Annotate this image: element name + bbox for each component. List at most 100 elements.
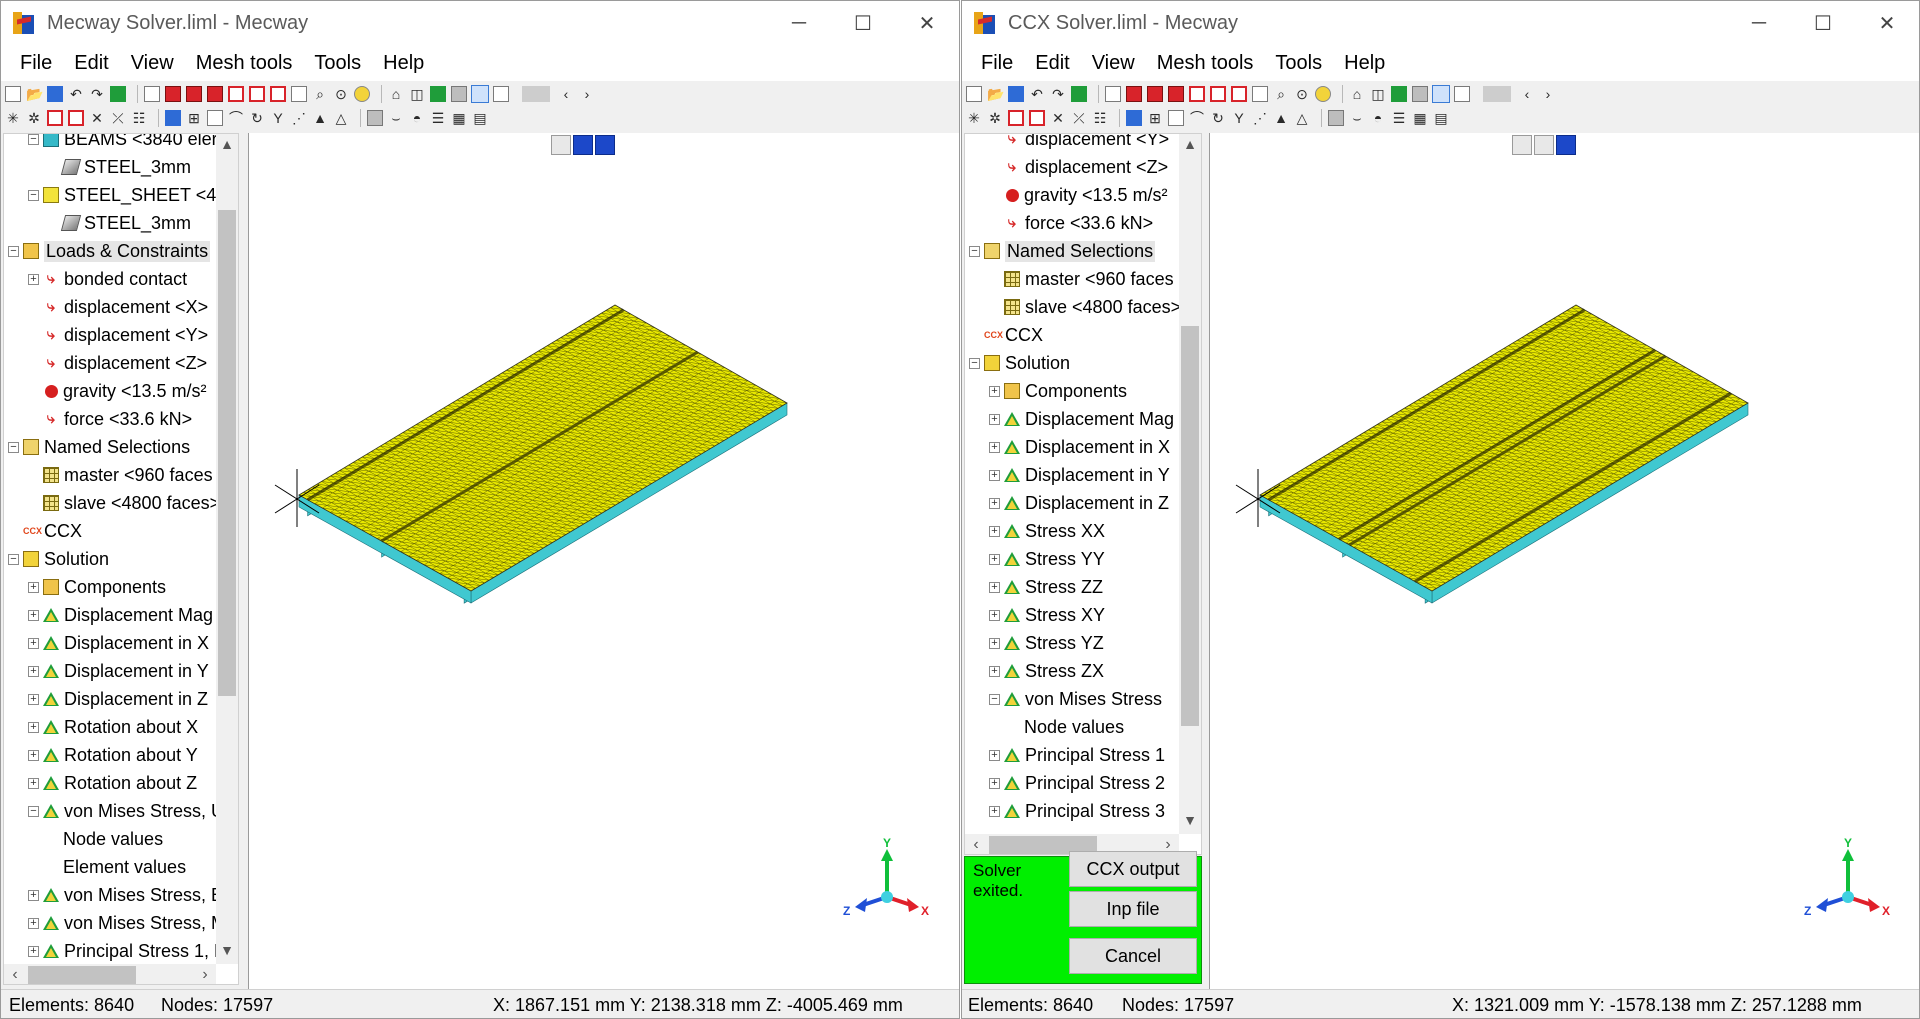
toolbar-button-icon[interactable] xyxy=(207,86,223,102)
toolbar-button-icon[interactable] xyxy=(249,86,265,102)
tree-item[interactable]: + Principal Stress 3 xyxy=(989,797,1165,825)
collapse-icon[interactable]: − xyxy=(8,441,19,453)
tree-item[interactable]: CCX CCX xyxy=(8,517,82,545)
toolbar-button-icon[interactable] xyxy=(1412,86,1428,102)
tree-item[interactable]: − BEAMS <3840 eler xyxy=(28,134,218,153)
expand-icon[interactable]: + xyxy=(989,777,1000,789)
scroll-thumb[interactable] xyxy=(28,966,136,984)
toolbar-button-icon[interactable] xyxy=(1328,110,1344,126)
toolbar-button-icon[interactable]: ↶ xyxy=(68,86,84,102)
tree-item[interactable]: + Components xyxy=(28,573,166,601)
model-tree[interactable]: − BEAMS <3840 eler STEEL_3mm − STEEL_SHEET <… xyxy=(3,133,239,985)
cancel-button[interactable]: Cancel xyxy=(1069,938,1197,974)
toolbar-button-icon[interactable]: ☷ xyxy=(131,110,147,126)
tree-item[interactable]: ⤷ force <33.6 kN> xyxy=(28,405,192,433)
tree-item[interactable]: + Displacement in X xyxy=(28,629,209,657)
scroll-left-icon[interactable]: ‹ xyxy=(965,834,987,854)
toolbar-button-icon[interactable] xyxy=(471,85,489,103)
toolbar-button-icon[interactable]: ⌂ xyxy=(388,86,404,102)
toolbar-button-icon[interactable] xyxy=(1008,110,1024,126)
expand-icon[interactable]: + xyxy=(989,469,1000,481)
maximize-icon[interactable]: ☐ xyxy=(1791,1,1855,45)
toolbar-button-icon[interactable] xyxy=(228,86,244,102)
expand-icon[interactable]: + xyxy=(28,581,39,593)
toolbar-button-icon[interactable]: ▲ xyxy=(312,110,328,126)
toolbar-button-icon[interactable] xyxy=(367,110,383,126)
tree-item[interactable]: + Stress YY xyxy=(989,545,1105,573)
wireframe-view-button[interactable] xyxy=(551,135,571,155)
expand-icon[interactable]: + xyxy=(28,945,39,957)
toolbar-button-icon[interactable] xyxy=(1168,110,1184,126)
tree-item[interactable]: − Solution xyxy=(969,349,1070,377)
toolbar-button-icon[interactable]: ⊙ xyxy=(1294,86,1310,102)
toolbar-button-icon[interactable] xyxy=(493,86,509,102)
expand-icon[interactable]: + xyxy=(989,525,1000,537)
toolbar-button-icon[interactable] xyxy=(1189,86,1205,102)
toolbar-button-icon[interactable]: 📂 xyxy=(26,86,43,102)
solid-view-button[interactable] xyxy=(1556,135,1576,155)
toolbar-button-icon[interactable]: ↻ xyxy=(1210,110,1226,126)
toolbar-button-icon[interactable]: ⌒ xyxy=(1189,110,1205,126)
scroll-thumb[interactable] xyxy=(218,210,236,696)
tree-item[interactable]: − Named Selections xyxy=(969,237,1156,265)
toolbar-button-icon[interactable]: ⊞ xyxy=(186,110,202,126)
tree-item[interactable]: + Rotation about Y xyxy=(28,741,198,769)
toolbar-button-icon[interactable] xyxy=(430,86,446,102)
toolbar-button-icon[interactable]: ‹ xyxy=(558,86,574,102)
scroll-thumb[interactable] xyxy=(1181,326,1199,726)
tree-item[interactable]: − Named Selections xyxy=(8,433,190,461)
tree-item[interactable]: + Displacement in X xyxy=(989,433,1170,461)
menu-edit[interactable]: Edit xyxy=(63,52,119,75)
collapse-icon[interactable]: − xyxy=(28,189,39,201)
toolbar-button-icon[interactable] xyxy=(47,86,63,102)
menu-file[interactable]: File xyxy=(9,52,63,75)
toolbar-button-icon[interactable]: ☰ xyxy=(1391,110,1407,126)
expand-icon[interactable]: + xyxy=(989,553,1000,565)
wireframe-view-button[interactable] xyxy=(1512,135,1532,155)
tree-item[interactable]: STEEL_3mm xyxy=(48,209,191,237)
tree-item[interactable]: Node values xyxy=(1009,713,1124,741)
toolbar-button-icon[interactable] xyxy=(1432,85,1450,103)
tree-item[interactable]: + Principal Stress 1 xyxy=(989,741,1165,769)
expand-icon[interactable]: + xyxy=(28,693,39,705)
shaded-view-button[interactable] xyxy=(1534,135,1554,155)
tree-item[interactable]: ⤷ force <33.6 kN> xyxy=(989,209,1153,237)
tree-item[interactable]: + Principal Stress 2 xyxy=(989,769,1165,797)
3d-viewport[interactable]: Y X Z xyxy=(248,133,959,989)
tree-item[interactable]: + Displacement in Z xyxy=(28,685,208,713)
toolbar-button-icon[interactable]: ✲ xyxy=(26,110,42,126)
toolbar-button-icon[interactable] xyxy=(68,110,84,126)
tree-item[interactable]: ⤷ displacement <X> xyxy=(28,293,208,321)
expand-icon[interactable]: + xyxy=(989,497,1000,509)
toolbar-button-icon[interactable] xyxy=(1391,86,1407,102)
scroll-right-icon[interactable]: › xyxy=(194,964,216,984)
scroll-up-icon[interactable]: ▲ xyxy=(1179,134,1201,154)
tree-item[interactable]: + Displacement Mag xyxy=(28,601,213,629)
toolbar-button-icon[interactable] xyxy=(207,110,223,126)
toolbar-button-icon[interactable] xyxy=(1008,86,1024,102)
toolbar-button-icon[interactable] xyxy=(451,86,467,102)
3d-viewport[interactable]: Y X Z xyxy=(1209,133,1919,989)
toolbar-button-icon[interactable]: ↶ xyxy=(1029,86,1045,102)
toolbar-scroll-thumb[interactable] xyxy=(1483,86,1511,102)
tree-item[interactable]: ⤷ displacement <Z> xyxy=(989,153,1168,181)
menu-edit[interactable]: Edit xyxy=(1024,52,1080,75)
toolbar-button-icon[interactable]: ▤ xyxy=(472,110,488,126)
close-icon[interactable]: ✕ xyxy=(1855,1,1919,45)
toolbar-button-icon[interactable]: ⊞ xyxy=(1147,110,1163,126)
toolbar-button-icon[interactable]: ⌣ xyxy=(388,110,404,126)
collapse-icon[interactable]: − xyxy=(989,693,1000,705)
expand-icon[interactable]: + xyxy=(989,609,1000,621)
toolbar-button-icon[interactable]: ↷ xyxy=(1050,86,1066,102)
expand-icon[interactable]: + xyxy=(989,385,1000,397)
expand-icon[interactable]: + xyxy=(28,637,39,649)
toolbar-button-icon[interactable]: ‹ xyxy=(1519,86,1535,102)
menu-view[interactable]: View xyxy=(120,52,185,75)
toolbar-button-icon[interactable] xyxy=(1147,86,1163,102)
tree-item[interactable]: + von Mises Stress, M xyxy=(28,909,226,937)
close-icon[interactable]: ✕ xyxy=(895,1,959,45)
tree-item[interactable]: master <960 faces xyxy=(28,461,213,489)
tree-item[interactable]: + Displacement in Y xyxy=(28,657,209,685)
tree-item[interactable]: − Solution xyxy=(8,545,109,573)
toolbar-button-icon[interactable]: ⌂ xyxy=(1349,86,1365,102)
